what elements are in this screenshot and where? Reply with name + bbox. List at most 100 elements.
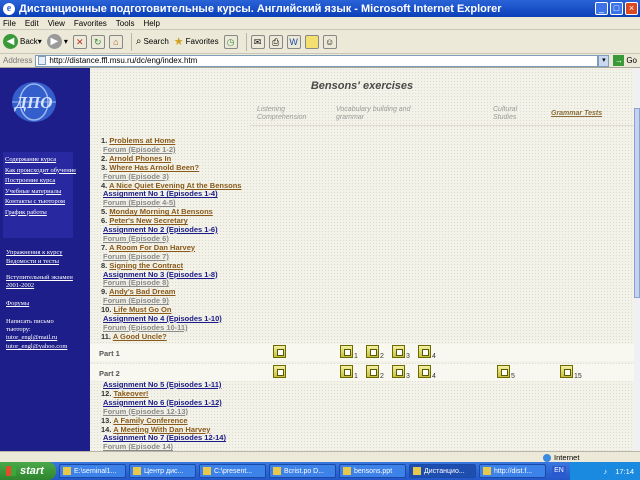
episode-link[interactable]: Arnold Phones In xyxy=(109,154,171,163)
episode-row: 12. Takeover! xyxy=(101,389,149,398)
menu-edit[interactable]: Edit xyxy=(25,19,39,28)
forward-button[interactable]: ▶ ▾ xyxy=(46,34,68,49)
sidebar-link-tests[interactable]: Ведомости и тесты xyxy=(6,257,59,268)
forum-link[interactable]: Forum (Episode 7) xyxy=(103,252,169,261)
edit-icon[interactable]: W xyxy=(286,34,301,49)
exercise-icon[interactable] xyxy=(497,365,510,378)
minimize-button[interactable]: _ xyxy=(595,2,608,15)
sidebar-item-materials[interactable]: Учебные материалы xyxy=(5,187,71,198)
sidebar-item-tutor[interactable]: Контакты с тьютором xyxy=(5,197,71,208)
sidebar-link-forum[interactable]: Форумы xyxy=(6,299,29,310)
episode-link[interactable]: Where Has Arnold Been? xyxy=(109,163,199,172)
forum-link[interactable]: Forum (Episode 3) xyxy=(103,172,169,181)
forum-link[interactable]: Forum (Episode 8) xyxy=(103,278,169,287)
taskbar-task-button[interactable]: Дистанцио... xyxy=(409,464,476,478)
episode-number: 10. xyxy=(101,305,112,315)
exercise-icon[interactable] xyxy=(392,365,405,378)
exercise-icon[interactable] xyxy=(366,345,379,358)
episode-link[interactable]: Monday Morning At Bensons xyxy=(109,207,212,216)
discuss-icon[interactable] xyxy=(304,34,319,49)
address-input[interactable]: http://distance.ffl.msu.ru/dc/eng/index.… xyxy=(35,54,599,67)
exercise-icon[interactable] xyxy=(560,365,573,378)
forum-link[interactable]: Forum (Episodes 12-13) xyxy=(103,407,188,416)
episode-link[interactable]: Problems at Home xyxy=(109,136,175,145)
taskbar-task-button[interactable]: http://dist.f... xyxy=(479,464,546,478)
exercise-icon[interactable] xyxy=(273,365,286,378)
maximize-button[interactable]: □ xyxy=(610,2,623,15)
forum-link[interactable]: Forum (Episode 1-2) xyxy=(103,145,176,154)
exercise-icon[interactable] xyxy=(418,345,431,358)
exercise-icon[interactable] xyxy=(418,365,431,378)
episode-row: 13. A Family Conference xyxy=(101,416,188,425)
menu-help[interactable]: Help xyxy=(143,19,159,28)
sidebar-item-schedule[interactable]: График работы xyxy=(5,208,71,219)
episode-link[interactable]: Peter's New Secretary xyxy=(109,216,188,225)
forum-link[interactable]: Forum (Episode 4-5) xyxy=(103,198,176,207)
home-icon[interactable]: ⌂ xyxy=(108,34,123,49)
sidebar-item-content[interactable]: Содержание курса xyxy=(5,155,71,166)
episode-link[interactable]: A Nice Quiet Evening At the Bensons xyxy=(109,181,241,190)
print-icon[interactable]: ⎙ xyxy=(268,34,283,49)
stop-icon[interactable]: ✕ xyxy=(72,34,87,49)
sidebar-item-how[interactable]: Как происходит обучение xyxy=(5,166,76,177)
start-button[interactable]: start xyxy=(0,462,56,480)
close-button[interactable]: × xyxy=(625,2,638,15)
exercise-icon[interactable] xyxy=(366,365,379,378)
menu-view[interactable]: View xyxy=(48,19,65,28)
forum-link[interactable]: Forum (Episode 9) xyxy=(103,296,169,305)
exercise-icon[interactable] xyxy=(273,345,286,358)
episode-link[interactable]: A Room For Dan Harvey xyxy=(109,243,195,252)
forum-link[interactable]: Forum (Episodes 10-11) xyxy=(103,323,188,332)
episode-number: 11. xyxy=(101,331,112,341)
speaker-icon[interactable]: ♪ xyxy=(603,467,607,476)
column-grammar-tests[interactable]: Grammar Tests xyxy=(551,110,621,118)
exercise-icon[interactable] xyxy=(340,365,353,378)
assignment-link[interactable]: Assignment No 6 (Episodes 1-12) xyxy=(103,398,222,407)
episode-link[interactable]: A Good Uncle? xyxy=(113,332,167,341)
menu-tools[interactable]: Tools xyxy=(116,19,135,28)
logo: ДПО xyxy=(12,82,56,122)
forum-link[interactable]: Forum (Episode 14) xyxy=(103,442,173,451)
language-indicator[interactable]: EN xyxy=(552,466,566,476)
vertical-scrollbar[interactable] xyxy=(634,68,640,451)
taskbar-task-button[interactable]: Bcrist.po D... xyxy=(269,464,336,478)
taskbar-task-button[interactable]: E:\seminal1... xyxy=(59,464,126,478)
mail-icon[interactable]: ✉ xyxy=(250,34,265,49)
favorites-button[interactable]: ★ Favorites xyxy=(174,35,219,48)
episode-link[interactable]: Andy's Bad Dream xyxy=(109,287,175,296)
history-icon[interactable]: ◷ xyxy=(223,34,238,49)
go-button[interactable]: → Go xyxy=(613,55,637,66)
exercise-number: 2 xyxy=(380,353,384,360)
assignment-link[interactable]: Assignment No 1 (Episodes 1-4) xyxy=(103,189,218,198)
sidebar-link-entrance-exam[interactable]: Вступительный экзамен 2001-2002 xyxy=(6,274,78,289)
exercise-icon[interactable] xyxy=(392,345,405,358)
assignment-link[interactable]: Assignment No 2 (Episodes 1-6) xyxy=(103,225,218,234)
back-button[interactable]: ◀ Back ▾ xyxy=(3,34,42,49)
assignment-link[interactable]: Assignment No 3 (Episodes 1-8) xyxy=(103,270,218,279)
episode-link[interactable]: Life Must Go On xyxy=(114,305,172,314)
address-dropdown-icon[interactable]: ▾ xyxy=(598,54,610,67)
episode-link[interactable]: Signing the Contract xyxy=(109,261,183,270)
assignment-link[interactable]: Assignment No 7 (Episodes 12-14) xyxy=(103,433,226,442)
taskbar-task-button[interactable]: C:\present... xyxy=(199,464,266,478)
exercise-number: 4 xyxy=(432,353,436,360)
episode-link[interactable]: A Meeting With Dan Harvey xyxy=(113,425,210,434)
episode-link[interactable]: Takeover! xyxy=(114,389,149,398)
menu-file[interactable]: File xyxy=(3,19,16,28)
taskbar-task-button[interactable]: bensons.ppt xyxy=(339,464,406,478)
episode-link[interactable]: A Family Conference xyxy=(113,416,187,425)
scroll-thumb[interactable] xyxy=(634,108,640,298)
messenger-icon[interactable]: ☺ xyxy=(322,34,337,49)
assignment-link[interactable]: Assignment No 4 (Episodes 1-10) xyxy=(103,314,222,323)
assignment-link[interactable]: Assignment No 5 (Episodes 1-11) xyxy=(103,380,221,389)
menu-favorites[interactable]: Favorites xyxy=(74,19,107,28)
taskbar-task-button[interactable]: Центр дис... xyxy=(129,464,196,478)
part-2-row: Part 2 1 2 3 4 5 15 xyxy=(90,364,634,381)
sidebar-email-yahoo[interactable]: tutor_engl@yahoo.com xyxy=(6,342,67,353)
search-button[interactable]: ⌕ Search xyxy=(136,36,169,47)
page-content: ДПО Содержание курса Как происходит обуч… xyxy=(0,68,634,451)
exercise-icon[interactable] xyxy=(340,345,353,358)
forum-link[interactable]: Forum (Episode 6) xyxy=(103,234,169,243)
refresh-icon[interactable]: ↻ xyxy=(90,34,105,49)
sidebar-item-structure[interactable]: Построение курса xyxy=(5,176,71,187)
